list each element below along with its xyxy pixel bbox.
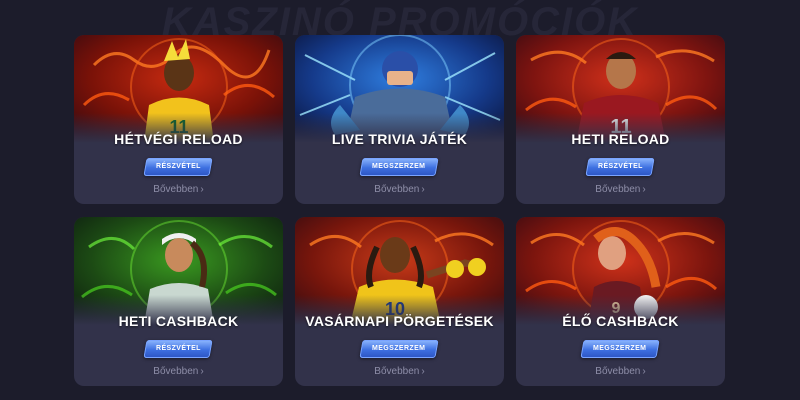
join-button-label: RÉSZVÉTEL [597, 163, 643, 170]
promo-card-heti-reload[interactable]: 11 HETI RELOAD RÉSZVÉTEL Bővebben› [516, 35, 725, 204]
promo-title: ÉLŐ CASHBACK [562, 313, 679, 329]
chevron-right-icon: › [200, 184, 204, 195]
more-link[interactable]: Bővebben › [295, 366, 504, 377]
promo-card-live-trivia[interactable]: LIVE TRIVIA JÁTÉK MEGSZERZEM Bővebben › [295, 35, 504, 204]
more-link[interactable]: Bővebben › [295, 184, 504, 195]
join-button[interactable]: RÉSZVÉTEL [585, 158, 655, 176]
more-link-label: Bővebben [153, 366, 199, 377]
claim-button-label: MEGSZERZEM [372, 345, 426, 352]
more-link-label: Bővebben [153, 184, 199, 195]
join-button-label: RÉSZVÉTEL [155, 345, 201, 352]
promo-card-hetvegi-reload[interactable]: 11 HÉTVÉGI RELOAD RÉSZVÉTEL Bővebben› [74, 35, 283, 204]
promo-title: LIVE TRIVIA JÁTÉK [331, 131, 468, 147]
join-button[interactable]: RÉSZVÉTEL [143, 340, 213, 358]
claim-button[interactable]: MEGSZERZEM [359, 340, 439, 358]
more-link[interactable]: Bővebben › [516, 366, 725, 377]
promo-title: HÉTVÉGI RELOAD [114, 131, 243, 147]
join-button[interactable]: RÉSZVÉTEL [143, 158, 213, 176]
join-button-label: RÉSZVÉTEL [155, 163, 201, 170]
promo-title: HETI RELOAD [571, 131, 670, 147]
claim-button-label: MEGSZERZEM [372, 163, 426, 170]
promo-card-elo-cashback[interactable]: 9 ÉLŐ CASHBACK MEGSZERZEM Bővebben› [516, 217, 725, 386]
more-link[interactable]: Bővebben › [74, 366, 283, 377]
promo-grid: 11 HÉTVÉGI RELOAD RÉSZVÉTEL Bővebben› [0, 0, 800, 400]
promo-title: VASÁRNAPI PÖRGETÉSEK [305, 313, 494, 329]
more-link-label: Bővebben [595, 184, 641, 195]
chevron-right-icon: › [421, 184, 425, 195]
chevron-right-icon: › [421, 366, 425, 377]
promo-card-vasarnapi-porgetesek[interactable]: 10 VASÁRNAPI PÖRGETÉSEK MEGSZERZEM Bőveb… [295, 217, 504, 386]
claim-button[interactable]: MEGSZERZEM [580, 340, 660, 358]
promo-art-elo-cashback: 9 [516, 217, 725, 325]
promo-card-heti-cashback[interactable]: HETI CASHBACK RÉSZVÉTEL Bővebben › [74, 217, 283, 386]
more-link[interactable]: Bővebben › [516, 184, 725, 195]
claim-button-label: MEGSZERZEM [593, 345, 647, 352]
promo-art-hetvegi-reload: 11 [74, 35, 283, 143]
promo-art-live-trivia [295, 35, 504, 143]
more-link[interactable]: Bővebben › [74, 184, 283, 195]
chevron-right-icon: › [200, 366, 204, 377]
promo-art-vasarnapi-porgetesek: 10 [295, 217, 504, 325]
claim-button[interactable]: MEGSZERZEM [359, 158, 439, 176]
promo-title: HETI CASHBACK [118, 313, 239, 329]
chevron-right-icon: › [642, 184, 646, 195]
promo-art-heti-cashback [74, 217, 283, 325]
chevron-right-icon: › [642, 366, 646, 377]
more-link-label: Bővebben [374, 366, 420, 377]
more-link-label: Bővebben [595, 366, 641, 377]
promo-art-heti-reload: 11 [516, 35, 725, 143]
more-link-label: Bővebben [374, 184, 420, 195]
